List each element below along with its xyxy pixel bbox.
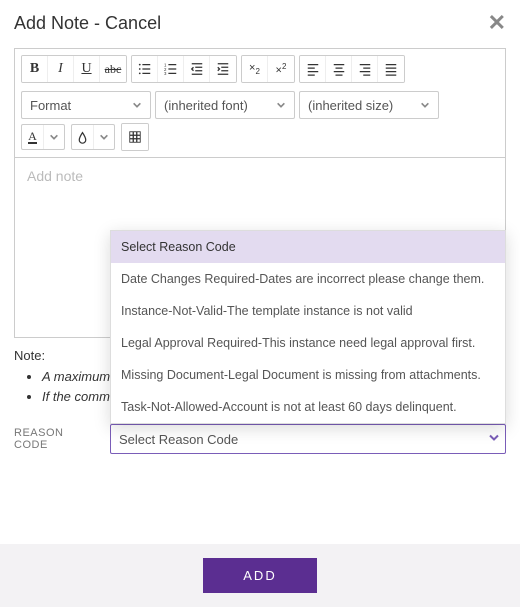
- strikethrough-button[interactable]: abc: [100, 56, 126, 82]
- highlight-color-button[interactable]: [71, 124, 115, 150]
- dropdown-option[interactable]: Task-Not-Allowed-Account is not at least…: [111, 391, 505, 423]
- chevron-down-icon: [276, 98, 286, 113]
- chevron-down-icon[interactable]: [44, 125, 64, 149]
- dropdown-option[interactable]: Select Reason Code: [111, 231, 505, 263]
- format-select-label: Format: [30, 98, 71, 113]
- superscript-button[interactable]: ×2: [268, 56, 294, 82]
- dropdown-scroll[interactable]: Select Reason Code Date Changes Required…: [111, 231, 505, 423]
- italic-button[interactable]: I: [48, 56, 74, 82]
- outdent-button[interactable]: [184, 56, 210, 82]
- reason-code-row: REASON CODE Select Reason Code Select Re…: [14, 424, 506, 454]
- chevron-down-icon: [420, 98, 430, 113]
- indent-button[interactable]: [210, 56, 236, 82]
- modal-header: Add Note - Cancel ✕: [0, 0, 520, 42]
- dropdown-option[interactable]: Date Changes Required-Dates are incorrec…: [111, 263, 505, 295]
- text-color-button[interactable]: A: [21, 124, 65, 150]
- reason-code-select[interactable]: Select Reason Code Select Reason Code Da…: [110, 424, 506, 454]
- list-group: 123: [131, 55, 237, 83]
- align-group: [299, 55, 405, 83]
- insert-table-button[interactable]: [122, 124, 148, 150]
- underline-button[interactable]: U: [74, 56, 100, 82]
- numbered-list-button[interactable]: 123: [158, 56, 184, 82]
- droplet-icon: [72, 125, 94, 149]
- align-center-button[interactable]: [326, 56, 352, 82]
- dropdown-option[interactable]: Missing Document-Legal Document is missi…: [111, 359, 505, 391]
- dropdown-option[interactable]: Legal Approval Required-This instance ne…: [111, 327, 505, 359]
- subscript-button[interactable]: ×2: [242, 56, 268, 82]
- align-right-button[interactable]: [352, 56, 378, 82]
- size-select-label: (inherited size): [308, 98, 393, 113]
- modal-footer: ADD: [0, 544, 520, 607]
- modal-title: Add Note - Cancel: [14, 13, 161, 34]
- modal-body: B I U abc 123 ×2 ×2: [0, 42, 520, 544]
- font-select-label: (inherited font): [164, 98, 248, 113]
- size-select[interactable]: (inherited size): [299, 91, 439, 119]
- dropdown-option[interactable]: Instance-Not-Valid-The template instance…: [111, 295, 505, 327]
- bold-button[interactable]: B: [22, 56, 48, 82]
- chevron-down-icon: [132, 98, 142, 113]
- add-button[interactable]: ADD: [203, 558, 316, 593]
- align-justify-button[interactable]: [378, 56, 404, 82]
- chevron-down-icon[interactable]: [94, 125, 114, 149]
- editor-toolbar-row2: A: [15, 121, 505, 157]
- table-group: [121, 123, 149, 151]
- reason-code-label: REASON CODE: [14, 427, 100, 451]
- align-left-button[interactable]: [300, 56, 326, 82]
- editor-toolbar: B I U abc 123 ×2 ×2: [15, 49, 505, 121]
- svg-text:3: 3: [164, 71, 167, 76]
- close-icon[interactable]: ✕: [488, 10, 506, 36]
- script-group: ×2 ×2: [241, 55, 295, 83]
- text-color-icon: A: [22, 125, 44, 149]
- add-note-modal: Add Note - Cancel ✕ B I U abc 123 ×2: [0, 0, 520, 607]
- reason-code-value[interactable]: Select Reason Code: [110, 424, 506, 454]
- reason-code-dropdown: Select Reason Code Date Changes Required…: [110, 230, 506, 424]
- text-style-group: B I U abc: [21, 55, 127, 83]
- bullet-list-button[interactable]: [132, 56, 158, 82]
- format-select[interactable]: Format: [21, 91, 151, 119]
- font-select[interactable]: (inherited font): [155, 91, 295, 119]
